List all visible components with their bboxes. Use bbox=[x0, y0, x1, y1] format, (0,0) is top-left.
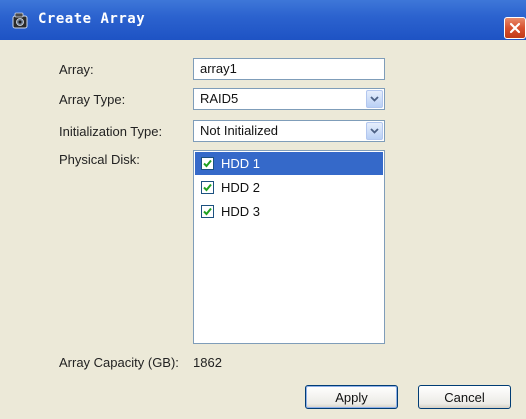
init-type-select[interactable]: Not Initialized bbox=[193, 120, 385, 142]
apply-button[interactable]: Apply bbox=[305, 385, 398, 409]
capacity-label: Array Capacity (GB): bbox=[59, 355, 179, 370]
array-type-select[interactable]: RAID5 bbox=[193, 88, 385, 110]
checkbox[interactable] bbox=[201, 181, 214, 194]
check-icon bbox=[203, 183, 212, 192]
close-icon bbox=[509, 22, 521, 34]
array-type-value: RAID5 bbox=[200, 91, 239, 106]
check-icon bbox=[203, 207, 212, 216]
camera-icon bbox=[12, 12, 28, 29]
disk-label: HDD 1 bbox=[221, 156, 261, 171]
init-type-label: Initialization Type: bbox=[59, 124, 163, 139]
dialog-title: Create Array bbox=[38, 11, 146, 27]
array-type-label: Array Type: bbox=[59, 92, 126, 107]
checkbox[interactable] bbox=[201, 205, 214, 218]
array-name-field[interactable]: array1 bbox=[193, 58, 385, 80]
disk-label: HDD 3 bbox=[221, 204, 261, 219]
disk-item[interactable]: HDD 2 bbox=[195, 176, 383, 199]
create-array-dialog: Create Array Array: array1 Array Type: R… bbox=[0, 0, 526, 419]
title-bar[interactable]: Create Array bbox=[0, 0, 526, 40]
chevron-down-icon[interactable] bbox=[366, 122, 383, 140]
checkbox[interactable] bbox=[201, 157, 214, 170]
physical-disk-list[interactable]: HDD 1 HDD 2 HDD 3 bbox=[193, 150, 385, 344]
disk-item[interactable]: HDD 3 bbox=[195, 200, 383, 223]
array-label: Array: bbox=[59, 62, 94, 77]
physical-disk-label: Physical Disk: bbox=[59, 152, 140, 167]
close-button[interactable] bbox=[504, 17, 526, 39]
capacity-value: 1862 bbox=[193, 355, 222, 370]
disk-item[interactable]: HDD 1 bbox=[195, 152, 383, 175]
check-icon bbox=[203, 159, 212, 168]
init-type-value: Not Initialized bbox=[200, 123, 279, 138]
cancel-button[interactable]: Cancel bbox=[418, 385, 511, 409]
chevron-down-icon[interactable] bbox=[366, 90, 383, 108]
disk-label: HDD 2 bbox=[221, 180, 261, 195]
